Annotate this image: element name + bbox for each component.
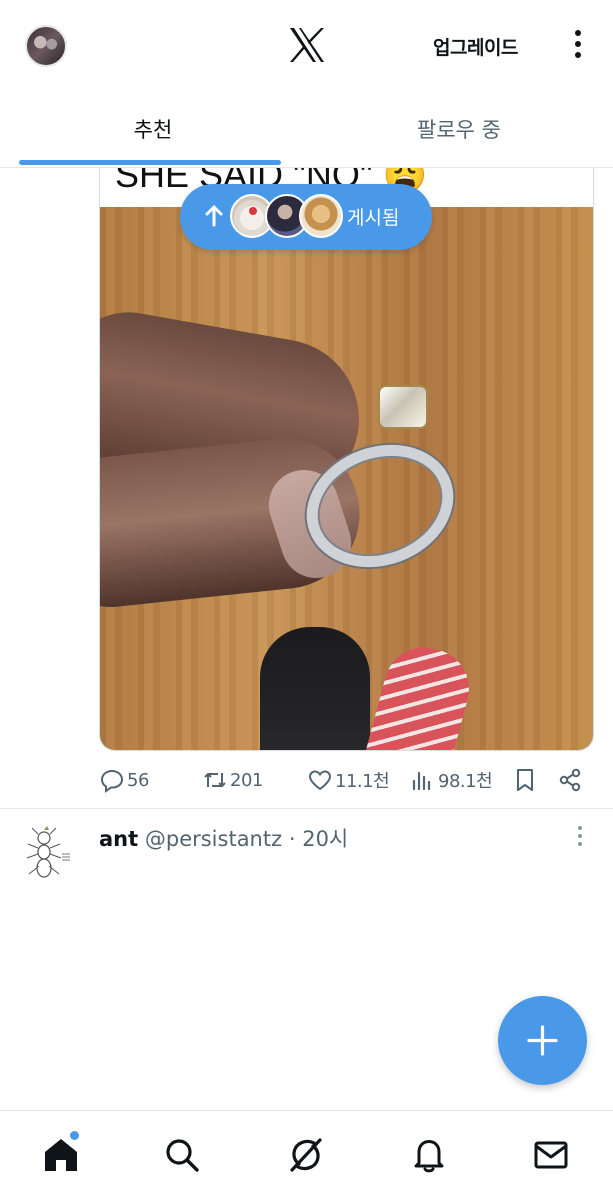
views-chart-icon [412, 771, 431, 791]
new-posts-label: 게시됨 [347, 207, 400, 229]
feed-tabs: 추천 팔로우 중 [0, 92, 613, 168]
heart-icon [308, 770, 332, 791]
reply-button[interactable]: 56 [99, 766, 149, 794]
arrow-up-icon [205, 205, 223, 227]
active-tab-indicator [19, 160, 281, 165]
photo-red-shoe [357, 638, 478, 750]
x-logo-icon[interactable] [288, 27, 326, 63]
nav-notifications[interactable] [409, 1135, 449, 1175]
poster-avatar [299, 194, 343, 238]
post-media[interactable]: SHE SAID "NO" 😩 [99, 168, 594, 751]
like-count: 11.1천 [335, 771, 390, 792]
post-photo[interactable] [100, 207, 593, 750]
share-icon [559, 768, 581, 792]
bottom-navigation [0, 1110, 613, 1200]
repost-count: 201 [230, 769, 263, 791]
views-button[interactable]: 98.1천 [410, 766, 493, 794]
ant-avatar[interactable] [22, 824, 78, 884]
post-header[interactable]: ant @persistantz · 20시 [99, 823, 348, 853]
bookmark-icon [517, 769, 533, 791]
photo-black-shoe [260, 627, 370, 750]
separator-dot: · [288, 827, 296, 851]
new-posts-pill[interactable]: 게시됨 [180, 184, 432, 250]
home-icon [45, 1139, 77, 1171]
share-button[interactable] [557, 766, 585, 794]
post-more-icon[interactable] [574, 826, 586, 850]
mail-icon [534, 1141, 568, 1169]
post-actions: 56 201 11.1천 98.1천 [99, 762, 594, 798]
grok-icon [290, 1138, 322, 1172]
nav-grok[interactable] [286, 1135, 326, 1175]
bell-icon [414, 1140, 444, 1173]
top-bar: 업그레이드 [0, 0, 613, 92]
repost-icon [204, 773, 226, 787]
upgrade-button[interactable]: 업그레이드 [433, 33, 518, 60]
tab-following[interactable]: 팔로우 중 [306, 92, 612, 168]
nav-messages[interactable] [531, 1135, 571, 1175]
photo-gem [380, 387, 426, 427]
profile-avatar[interactable] [25, 25, 67, 67]
reply-icon [100, 769, 124, 793]
more-options-icon[interactable] [568, 30, 588, 62]
post-divider [0, 808, 613, 809]
bookmark-button[interactable] [512, 766, 540, 794]
notification-dot [70, 1131, 79, 1140]
reply-count: 56 [127, 769, 149, 791]
nav-home[interactable] [41, 1131, 81, 1175]
author-handle[interactable]: @persistantz [145, 827, 282, 851]
plus-icon [527, 1025, 558, 1056]
view-count: 98.1천 [438, 771, 493, 792]
author-name[interactable]: ant [99, 827, 138, 851]
compose-button[interactable] [498, 996, 587, 1085]
repost-button[interactable]: 201 [202, 766, 263, 794]
nav-search[interactable] [162, 1135, 202, 1175]
post-time: 20시 [302, 827, 349, 851]
search-icon [166, 1139, 199, 1172]
like-button[interactable]: 11.1천 [307, 766, 390, 794]
tab-for-you[interactable]: 추천 [0, 92, 306, 168]
